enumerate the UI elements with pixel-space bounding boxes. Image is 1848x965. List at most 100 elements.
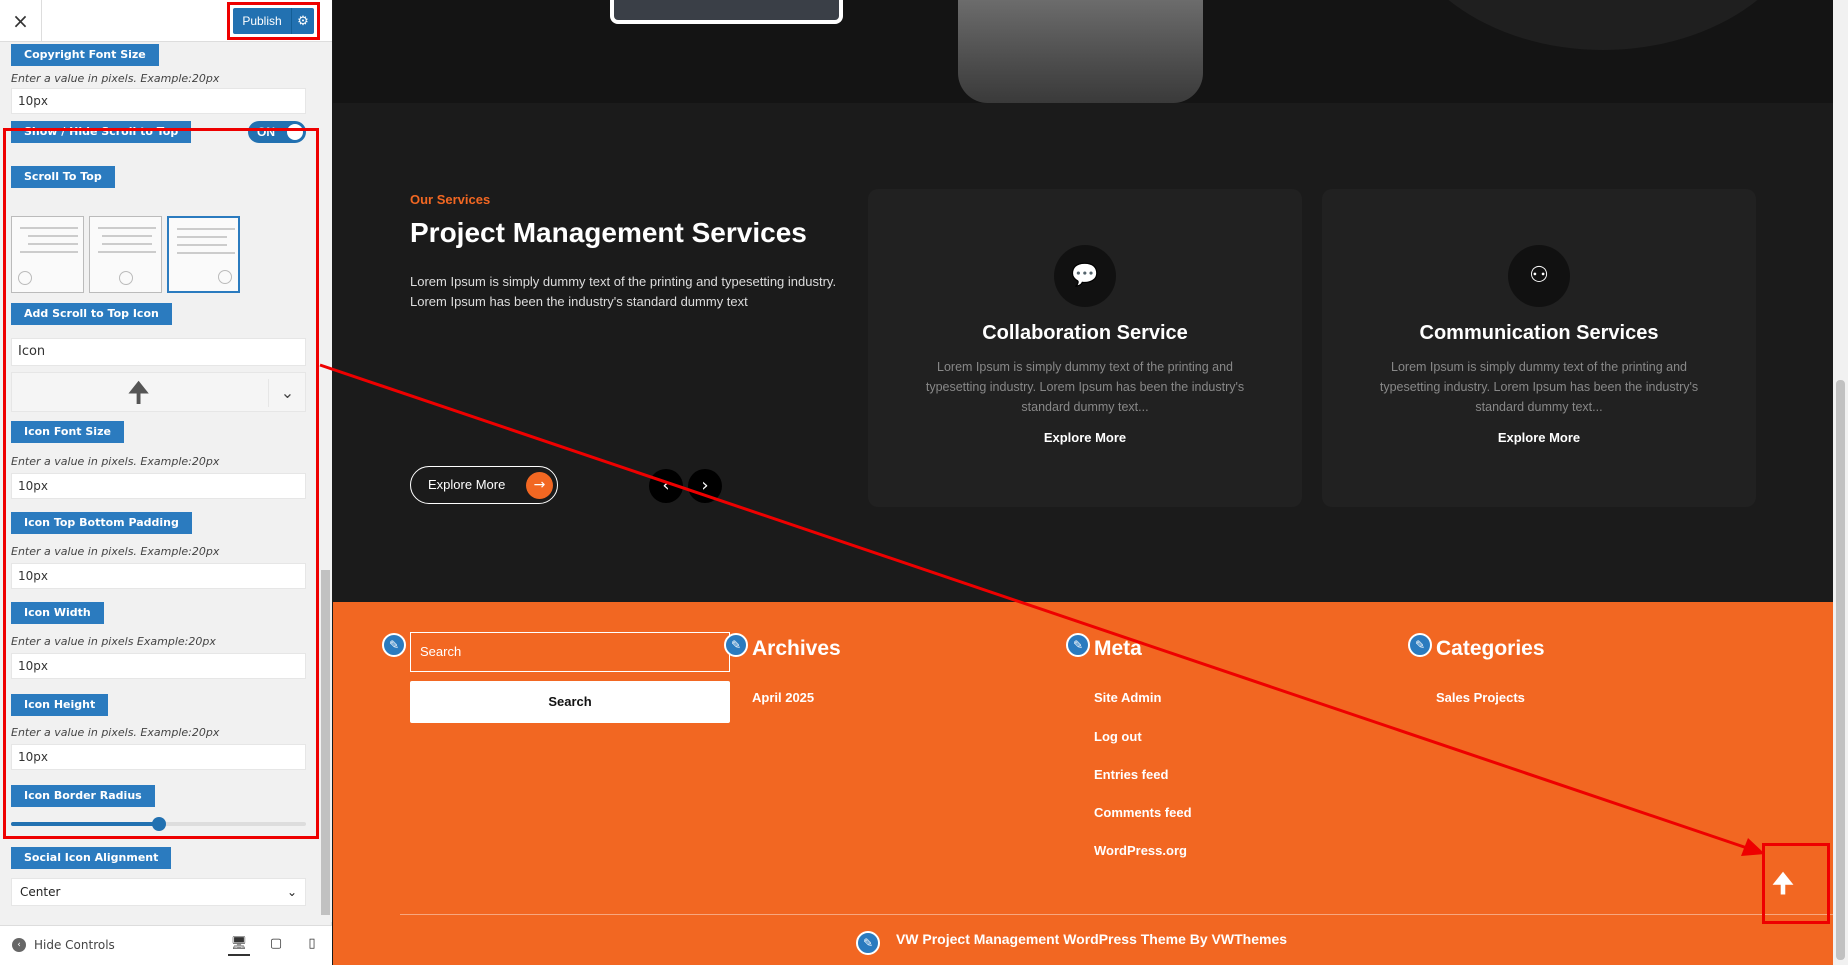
service-card-link[interactable]: Explore More [1322,430,1756,445]
slider-fill [11,822,159,826]
copyright-font-size-label: Copyright Font Size [11,44,159,66]
hide-controls-button[interactable]: ‹ Hide Controls [12,938,115,952]
icon-height-input[interactable]: 10px [11,744,306,770]
icon-width-label: Icon Width [11,602,104,624]
services-eyebrow: Our Services [410,192,491,207]
meta-heading: Meta [1094,637,1142,660]
icon-height-label: Icon Height [11,694,109,716]
circle-icon [119,271,133,285]
scroll-to-top-button[interactable]: 🠉 [1768,869,1798,899]
archive-link[interactable]: April 2025 [752,690,814,705]
footer-search-input[interactable]: Search [410,632,730,672]
sitemap-icon: ⚇ [1508,245,1570,307]
service-card-text: Lorem Ipsum is simply dummy text of the … [925,360,1245,414]
publish-label[interactable]: Publish [233,8,292,34]
scroll-to-top-label: Scroll To Top [11,166,115,188]
icon-padding-label: Icon Top Bottom Padding [11,512,192,534]
archives-heading: Archives [752,637,841,660]
customizer-footer: ‹ Hide Controls 🖥 ▢ ▯ [0,925,332,965]
explore-more-label: Explore More [428,477,506,492]
meta-link-log-out[interactable]: Log out [1094,729,1142,744]
hero-image-frame [610,0,843,24]
service-card-title: Communication Services [1419,322,1659,344]
customizer-header: × Publish ⚙ [0,0,332,42]
carousel-next-button[interactable]: › [688,469,722,503]
sidebar-scrollbar-thumb[interactable] [321,570,330,915]
close-icon[interactable]: × [0,0,42,42]
hero-section [333,0,1848,103]
social-alignment-select[interactable]: Center ⌄ [11,878,306,906]
meta-link-site-admin[interactable]: Site Admin [1094,690,1161,705]
icon-font-size-input[interactable]: 10px [11,473,306,499]
services-description: Lorem Ipsum is simply dummy text of the … [410,274,837,309]
footer-copyright: VW Project Management WordPress Theme By… [895,931,1288,947]
icon-height-hint: Enter a value in pixels. Example:20px [11,726,220,739]
circle-icon [218,270,232,284]
arrow-right-icon: → [526,472,553,499]
layout-option-right[interactable] [167,216,240,293]
footer-divider [400,914,1835,915]
icon-width-hint: Enter a value in pixels Example:20px [11,635,216,648]
preview-scrollbar-thumb[interactable] [1836,380,1845,960]
chevron-down-icon[interactable]: ⌄ [268,379,306,407]
collapse-icon: ‹ [12,938,26,952]
icon-input[interactable]: Icon [11,338,306,366]
mobile-icon[interactable]: ▯ [301,936,323,956]
icon-padding-hint: Enter a value in pixels. Example:20px [11,545,220,558]
icon-border-radius-label: Icon Border Radius [11,785,155,807]
chevron-down-icon: ⌄ [286,885,297,899]
preview-scrollbar[interactable] [1833,0,1848,965]
icon-font-size-label: Icon Font Size [11,421,124,443]
toggle-knob [287,124,303,140]
icon-font-size-hint: Enter a value in pixels. Example:20px [11,455,220,468]
tablet-icon[interactable]: ▢ [265,936,287,956]
footer-search-button[interactable]: Search [410,681,730,723]
publish-button[interactable]: Publish ⚙ [233,8,314,34]
icon-picker[interactable]: 🠉 ⌄ [11,372,306,412]
site-preview: Our Services Project Management Services… [333,0,1848,965]
chat-bubbles-icon: 💬 [1054,245,1116,307]
carousel-prev-button[interactable]: ‹ [649,469,683,503]
service-card: 💬 Collaboration Service Lorem Ipsum is s… [868,189,1302,507]
category-link[interactable]: Sales Projects [1436,690,1525,705]
desktop-icon[interactable]: 🖥 [228,936,250,956]
service-card-text: Lorem Ipsum is simply dummy text of the … [1379,360,1699,414]
explore-more-button[interactable]: Explore More → [410,466,558,504]
copyright-hint: Enter a value in pixels. Example:20px [11,72,220,85]
meta-link-comments-feed[interactable]: Comments feed [1094,805,1192,820]
add-scroll-icon-label: Add Scroll to Top Icon [11,303,172,325]
icon-padding-input[interactable]: 10px [11,563,306,589]
gear-icon[interactable]: ⚙ [292,14,314,29]
show-hide-scroll-label: Show / Hide Scroll to Top [11,121,192,143]
customizer-sidebar: × Publish ⚙ Copyright Font Size Enter a … [0,0,332,965]
meta-link-wordpress-org[interactable]: WordPress.org [1094,843,1187,858]
icon-width-input[interactable]: 10px [11,653,306,679]
edit-pencil-icon[interactable]: ✎ [724,633,748,657]
services-section: Our Services Project Management Services… [333,103,1848,602]
border-radius-slider[interactable] [11,817,306,831]
slider-handle[interactable] [151,817,166,831]
toggle-state: ON [257,125,275,139]
service-card-title: Collaboration Service [982,322,1188,344]
categories-heading: Categories [1436,637,1545,660]
site-footer: ✎ Search Search ✎ Archives April 2025 ✎ … [333,602,1848,965]
edit-pencil-icon[interactable]: ✎ [1408,633,1432,657]
hide-controls-label: Hide Controls [34,938,115,952]
social-icon-alignment-label: Social Icon Alignment [11,847,172,869]
controls-panel: Copyright Font Size Enter a value in pix… [0,42,332,922]
hero-person-image [958,0,1203,103]
layout-option-center[interactable] [89,216,162,293]
layout-option-left[interactable] [11,216,84,293]
alignment-value: Center [20,885,61,899]
service-card-link[interactable]: Explore More [868,430,1302,445]
publish-highlight: Publish ⚙ [227,2,320,40]
services-title: Project Management Services [410,217,807,248]
meta-link-entries-feed[interactable]: Entries feed [1094,767,1168,782]
copyright-font-size-input[interactable]: 10px [11,88,306,114]
edit-pencil-icon[interactable]: ✎ [1066,633,1090,657]
sidebar-scrollbar[interactable] [319,42,332,922]
hero-decoration [1393,0,1813,50]
scroll-top-toggle[interactable]: ON [248,121,306,143]
edit-pencil-icon[interactable]: ✎ [382,633,406,657]
service-card: ⚇ Communication Services Lorem Ipsum is … [1322,189,1756,507]
